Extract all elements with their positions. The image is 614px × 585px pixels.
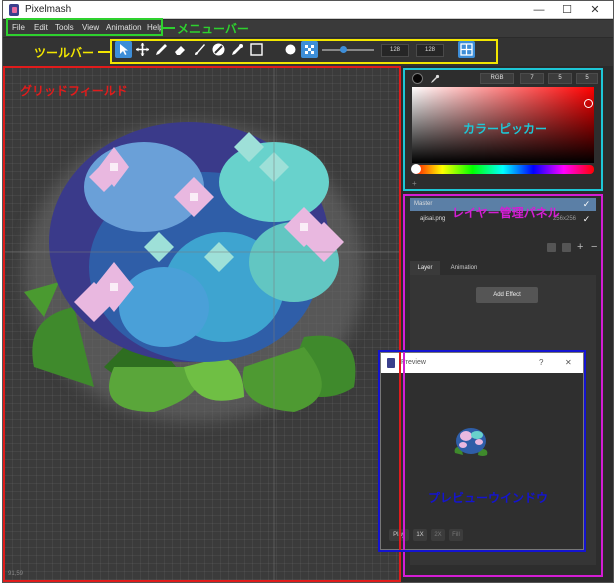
zoom-2x-button[interactable]: 2X	[431, 529, 445, 541]
color-mode-select[interactable]: RGB	[480, 73, 514, 84]
eraser-tool-icon[interactable]	[172, 41, 189, 58]
preview-window: Preview ? ✕ Play 1X 2X Fill	[380, 352, 584, 550]
menu-bar: File Edit Tools View Animation Help	[3, 20, 613, 37]
preview-image	[454, 428, 488, 456]
eyedropper-icon[interactable]	[429, 72, 441, 84]
menu-view[interactable]: View	[82, 23, 99, 32]
menu-tools[interactable]: Tools	[55, 23, 74, 32]
hydrangea-pixel-art	[4, 67, 400, 581]
close-icon[interactable]: ✕	[581, 1, 609, 19]
brush-tool-icon[interactable]	[191, 41, 208, 58]
round-brush-icon[interactable]	[282, 41, 299, 58]
preview-title-bar: Preview ? ✕	[381, 353, 583, 373]
preview-help-icon[interactable]: ?	[539, 358, 543, 367]
grid-field[interactable]: 91,59	[4, 67, 400, 581]
grid-annotation-label: グリッドフィールド	[20, 84, 128, 98]
green-input[interactable]: 5	[548, 73, 572, 84]
maximize-icon[interactable]: ☐	[553, 1, 581, 19]
menubar-annotation-label: メニューバー	[177, 22, 249, 36]
preview-close-icon[interactable]: ✕	[565, 358, 572, 367]
fill-tool-icon[interactable]	[210, 41, 227, 58]
brush-size-slider[interactable]	[322, 49, 374, 51]
sv-handle[interactable]	[584, 99, 593, 108]
add-layer-icon[interactable]: +	[577, 241, 583, 253]
zoom-1x-button[interactable]: 1X	[413, 529, 427, 541]
eyedropper-tool-icon[interactable]	[229, 41, 246, 58]
toolbar-annotation-line	[98, 51, 110, 53]
window-title: Pixelmash	[25, 4, 72, 15]
preview-title: Preview	[401, 359, 426, 366]
rectangle-tool-icon[interactable]	[248, 41, 265, 58]
title-bar: Pixelmash — ☐ ✕	[3, 1, 613, 19]
blue-input[interactable]: 5	[576, 73, 598, 84]
canvas-height-input[interactable]: 128	[416, 44, 444, 57]
picker-annotation-label: カラーピッカー	[463, 122, 548, 136]
play-button[interactable]: Play	[389, 529, 409, 541]
preview-app-icon	[387, 358, 395, 368]
fill-button[interactable]: Fill	[449, 529, 463, 541]
preview-annotation-label: プレビューウインドウ	[428, 491, 549, 505]
add-color-icon[interactable]: +	[412, 179, 421, 188]
canvas-width-input[interactable]: 128	[381, 44, 409, 57]
move-tool-icon[interactable]	[134, 41, 151, 58]
layer-name: ajisai.png	[420, 216, 446, 222]
layer-annotation-label: レイヤー管理パネル	[452, 206, 560, 220]
select-tool-icon[interactable]	[115, 41, 132, 58]
menubar-annotation-line	[163, 27, 175, 29]
layer-visibility-check[interactable]: ✓	[581, 214, 592, 225]
current-color-swatch[interactable]	[412, 73, 423, 84]
hue-handle[interactable]	[411, 164, 421, 174]
pixel-brush-icon[interactable]	[301, 41, 318, 58]
grid-toggle-icon[interactable]	[458, 41, 475, 58]
tab-layer[interactable]: Layer	[410, 261, 440, 275]
menu-file[interactable]: File	[12, 23, 25, 32]
pencil-tool-icon[interactable]	[153, 41, 170, 58]
app-logo-icon	[9, 4, 19, 16]
cursor-coordinate: 91,59	[8, 571, 24, 577]
menu-edit[interactable]: Edit	[34, 23, 48, 32]
menu-animation[interactable]: Animation	[106, 23, 142, 32]
master-visibility-check[interactable]: ✓	[581, 199, 592, 210]
hue-slider[interactable]	[411, 164, 594, 174]
tab-animation[interactable]: Animation	[444, 261, 484, 275]
remove-layer-icon[interactable]: −	[591, 241, 597, 253]
menu-help[interactable]: Help	[147, 23, 163, 32]
add-effect-button[interactable]: Add Effect	[476, 287, 538, 303]
duplicate-layer-icon[interactable]	[547, 243, 556, 252]
red-input[interactable]: 7	[520, 73, 544, 84]
merge-layer-icon[interactable]	[562, 243, 571, 252]
toolbar-annotation-label: ツールバー	[34, 46, 95, 60]
minimize-icon[interactable]: —	[525, 1, 553, 19]
brush-size-handle[interactable]	[340, 46, 347, 53]
layer-master-label: Master	[414, 201, 433, 207]
